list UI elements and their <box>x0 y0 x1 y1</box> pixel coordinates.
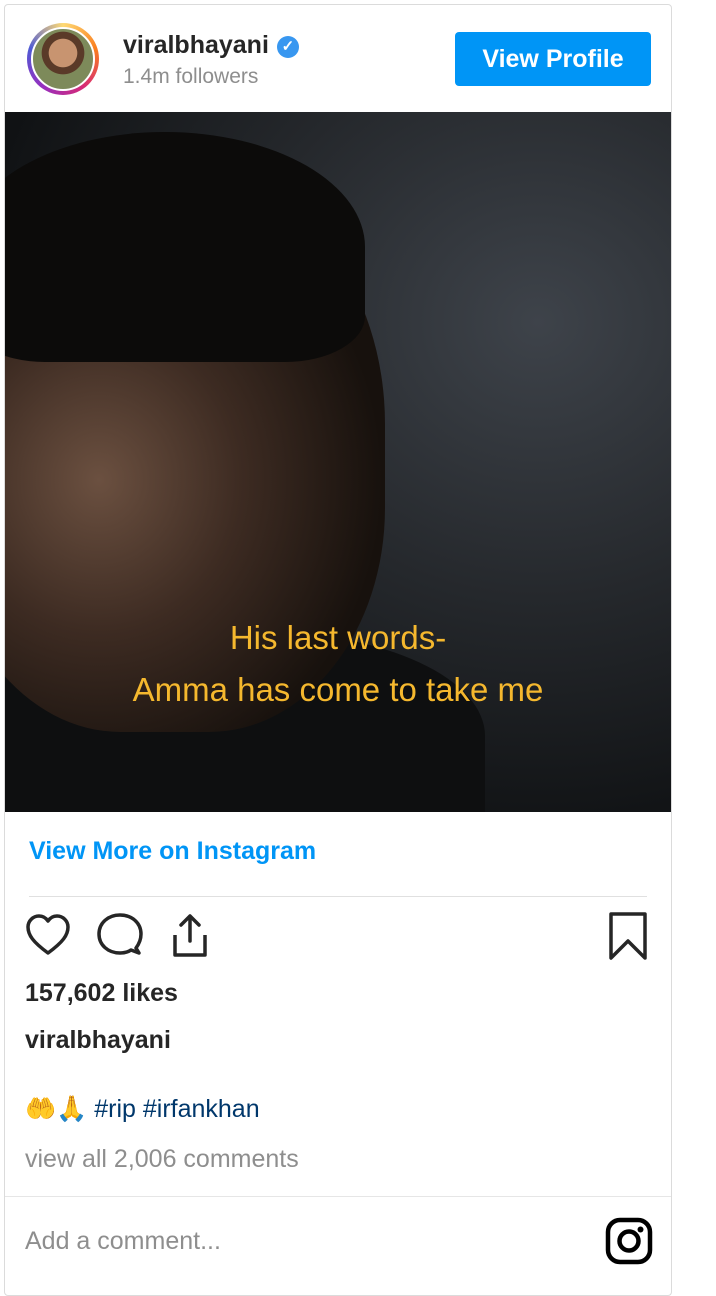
divider <box>5 1196 671 1197</box>
hashtag-rip[interactable]: #rip <box>94 1095 136 1123</box>
image-caption-overlay: His last words- Amma has come to take me <box>5 612 671 716</box>
verified-badge-icon: ✓ <box>276 36 299 58</box>
add-comment-input[interactable] <box>25 1221 565 1261</box>
post-author[interactable]: viralbhayani <box>25 1026 171 1055</box>
likes-count[interactable]: 157,602 likes <box>25 979 178 1008</box>
post-image[interactable]: His last words- Amma has come to take me <box>5 112 671 812</box>
divider <box>29 896 647 897</box>
view-more-link[interactable]: View More on Instagram <box>29 837 316 866</box>
caption-emoji: 🤲🙏 <box>25 1095 88 1123</box>
figure-hair <box>5 132 365 362</box>
avatar[interactable] <box>31 27 95 91</box>
caption-line-1: His last words- <box>229 619 447 656</box>
bookmark-icon[interactable] <box>603 911 653 961</box>
comment-bubble-icon[interactable] <box>95 911 145 961</box>
post-header: viralbhayani ✓ 1.4m followers View Profil… <box>5 5 671 113</box>
share-upload-icon[interactable] <box>165 911 215 961</box>
heart-icon[interactable] <box>23 911 73 961</box>
username[interactable]: viralbhayani ✓ <box>123 31 299 60</box>
view-profile-button[interactable]: View Profile <box>455 32 651 86</box>
view-all-comments-link[interactable]: view all 2,006 comments <box>25 1145 299 1174</box>
avatar-ring[interactable] <box>27 23 99 95</box>
caption-line-2: Amma has come to take me <box>132 671 544 708</box>
instagram-icon[interactable] <box>605 1217 653 1265</box>
instagram-embed-card: viralbhayani ✓ 1.4m followers View Profil… <box>4 4 672 1296</box>
followers-count: 1.4m followers <box>123 65 259 88</box>
action-bar <box>5 911 671 967</box>
post-caption: 🤲🙏 #rip #irfankhan <box>25 1095 260 1124</box>
hashtag-irfankhan[interactable]: #irfankhan <box>143 1095 260 1123</box>
